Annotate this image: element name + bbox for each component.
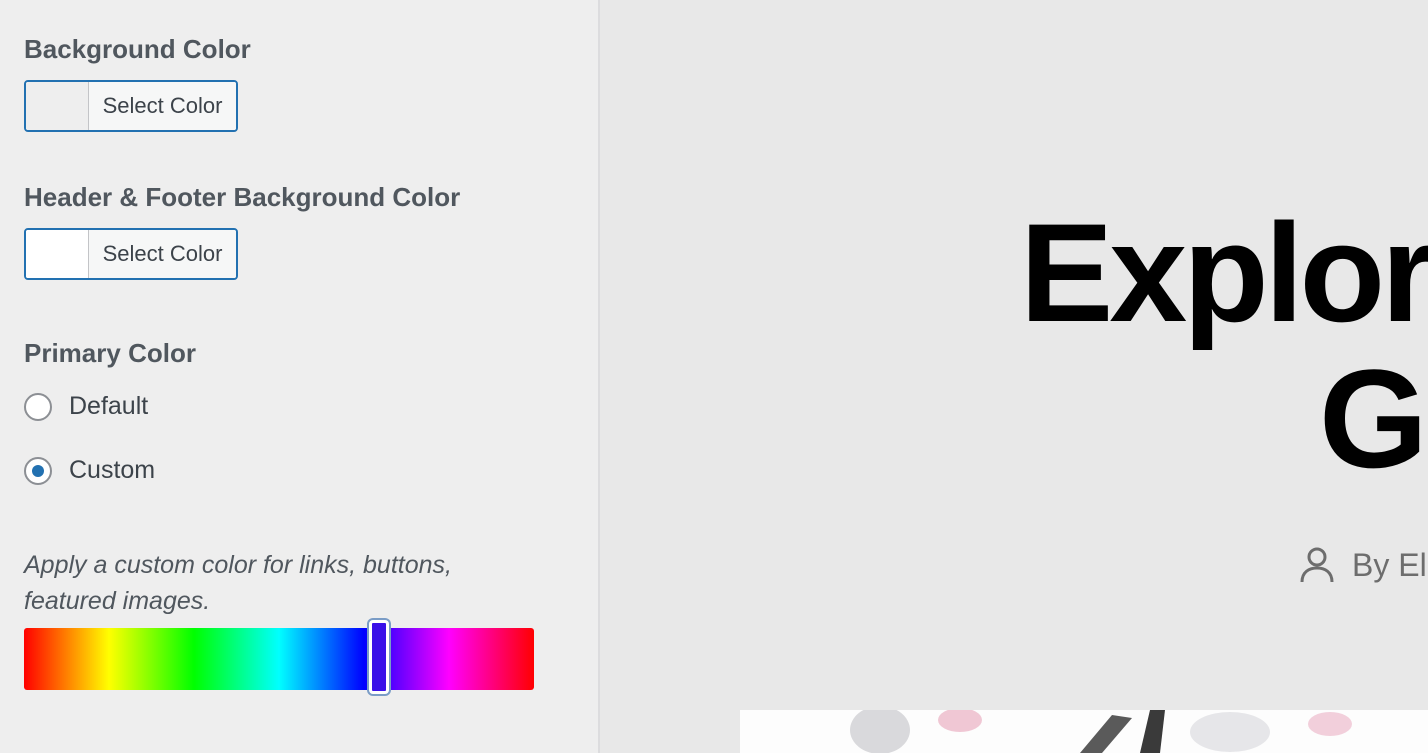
background-color-swatch	[26, 82, 89, 130]
radio-label-custom: Custom	[69, 456, 156, 484]
header-footer-color-title: Header & Footer Background Color	[24, 182, 461, 212]
byline-text[interactable]: By El	[1352, 547, 1427, 584]
post-title-line-1: Explorin	[1019, 194, 1428, 351]
user-icon	[1300, 547, 1334, 583]
radio-button[interactable]	[24, 392, 52, 421]
customizer-panel: Background Color Select Color Header & F…	[0, 0, 600, 753]
primary-color-description: Apply a custom color for links, buttons,…	[24, 551, 452, 615]
primary-color-title: Primary Color	[24, 338, 196, 368]
radio-label-default: Default	[69, 392, 149, 420]
background-color-button[interactable]: Select Color	[24, 80, 238, 132]
hue-slider[interactable]	[24, 620, 534, 694]
site-preview: Explorin Gut By El	[600, 0, 1428, 753]
post-title-line-2: Gut	[1318, 340, 1428, 497]
background-color-title: Background Color	[24, 34, 251, 64]
select-color-label: Select Color	[89, 82, 236, 130]
header-footer-color-swatch	[26, 230, 89, 278]
post-title: Explorin Gut	[1020, 200, 1428, 492]
select-color-label: Select Color	[89, 230, 236, 278]
header-footer-color-button[interactable]: Select Color	[24, 228, 238, 280]
radio-button[interactable]	[24, 456, 52, 485]
radio-custom[interactable]: Custom	[24, 456, 155, 485]
featured-image	[740, 710, 1428, 753]
hue-slider-handle[interactable]	[369, 620, 390, 694]
radio-default[interactable]: Default	[24, 392, 148, 421]
post-byline: By El	[1300, 546, 1427, 584]
